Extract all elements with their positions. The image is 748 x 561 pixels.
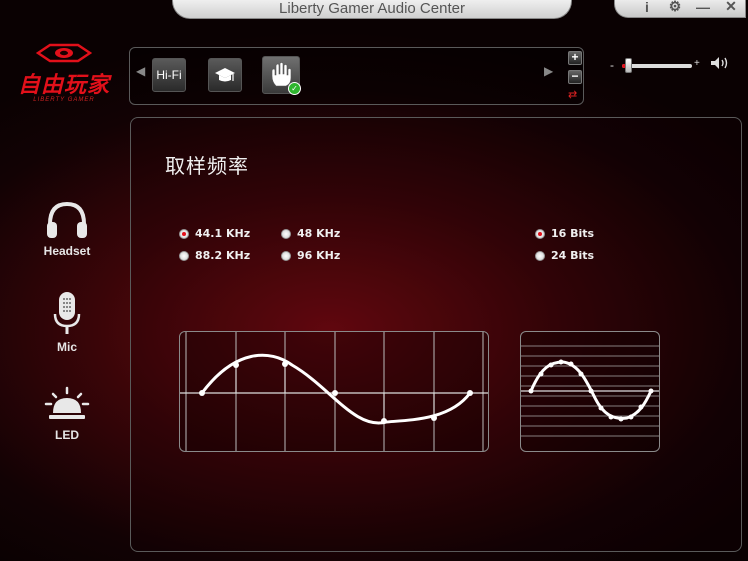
preset-hand[interactable]: ✓	[262, 56, 301, 95]
radio-24bits[interactable]: 24 Bits	[535, 249, 594, 262]
radio-label: 96 KHz	[297, 249, 341, 262]
radio-96khz[interactable]: 96 KHz	[281, 249, 340, 262]
panel-title: 取样频率	[165, 154, 249, 178]
nav-headset[interactable]: Headset	[30, 198, 104, 258]
remove-preset-button[interactable]: −	[568, 70, 582, 84]
nav-led[interactable]: LED	[30, 386, 104, 442]
nav-mic[interactable]: Mic	[30, 290, 104, 354]
headset-icon	[47, 201, 87, 238]
preset-bar: ◀ Hi-Fi ✓ ▶ + − ⇄	[129, 47, 584, 105]
sample-rate-waveform	[179, 331, 489, 452]
sample-rate-panel: 取样频率 44.1 KHz 48 KHz 88.2 KHz 96 KHz 16 …	[130, 117, 742, 552]
radio-16bits[interactable]: 16 Bits	[535, 227, 594, 240]
window-title: Liberty Gamer Audio Center	[172, 0, 572, 19]
volume-plus: +	[694, 58, 700, 69]
radio-48khz[interactable]: 48 KHz	[281, 227, 340, 240]
radio-button-icon	[281, 250, 291, 261]
radio-label: 16 Bits	[551, 227, 595, 240]
volume-slider[interactable]	[622, 58, 692, 73]
info-button[interactable]: i	[637, 0, 657, 15]
close-button[interactable]: ✕	[721, 0, 741, 15]
nav-led-label: LED	[55, 428, 79, 442]
radio-44-1khz[interactable]: 44.1 KHz	[179, 227, 250, 240]
logo-text: 自由玩家	[17, 72, 110, 97]
preset-hifi[interactable]: Hi-Fi	[152, 58, 186, 92]
sample-rate-wave-graphic	[180, 332, 488, 451]
minimize-button[interactable]: —	[693, 0, 713, 15]
active-check-icon: ✓	[288, 82, 301, 95]
preset-graduation-cap[interactable]	[208, 58, 242, 92]
nav-headset-label: Headset	[43, 244, 91, 258]
preset-hifi-label: Hi-Fi	[156, 68, 182, 82]
bit-depth-wave-graphic	[521, 345, 659, 437]
logo-emblem-icon	[35, 43, 93, 63]
radio-button-icon	[281, 228, 291, 239]
radio-88-2khz[interactable]: 88.2 KHz	[179, 249, 250, 262]
window-controls: i ⚙ — ✕	[614, 0, 746, 18]
graduation-cap-icon	[215, 68, 235, 82]
preset-next-arrow-icon[interactable]: ▶	[544, 64, 553, 78]
settings-gear-icon[interactable]: ⚙	[665, 0, 685, 15]
volume-thumb[interactable]	[625, 58, 632, 73]
microphone-icon	[53, 292, 81, 334]
radio-button-icon	[535, 250, 545, 261]
swap-preset-icon[interactable]: ⇄	[568, 88, 577, 101]
bit-depth-waveform	[520, 331, 660, 452]
radio-label: 48 KHz	[297, 227, 341, 240]
radio-label: 24 Bits	[551, 249, 595, 262]
led-lamp-icon	[44, 386, 90, 419]
radio-button-icon	[179, 250, 189, 261]
radio-button-icon	[179, 228, 189, 239]
speaker-icon[interactable]	[710, 56, 730, 70]
nav-mic-label: Mic	[56, 340, 77, 354]
brand-logo: 自由玩家 LIBERTY GAMER	[12, 42, 116, 103]
preset-prev-arrow-icon[interactable]: ◀	[136, 64, 145, 78]
add-preset-button[interactable]: +	[568, 51, 582, 65]
radio-button-icon	[535, 228, 545, 239]
radio-label: 88.2 KHz	[195, 249, 251, 262]
volume-minus: -	[610, 58, 614, 72]
radio-label: 44.1 KHz	[195, 227, 251, 240]
